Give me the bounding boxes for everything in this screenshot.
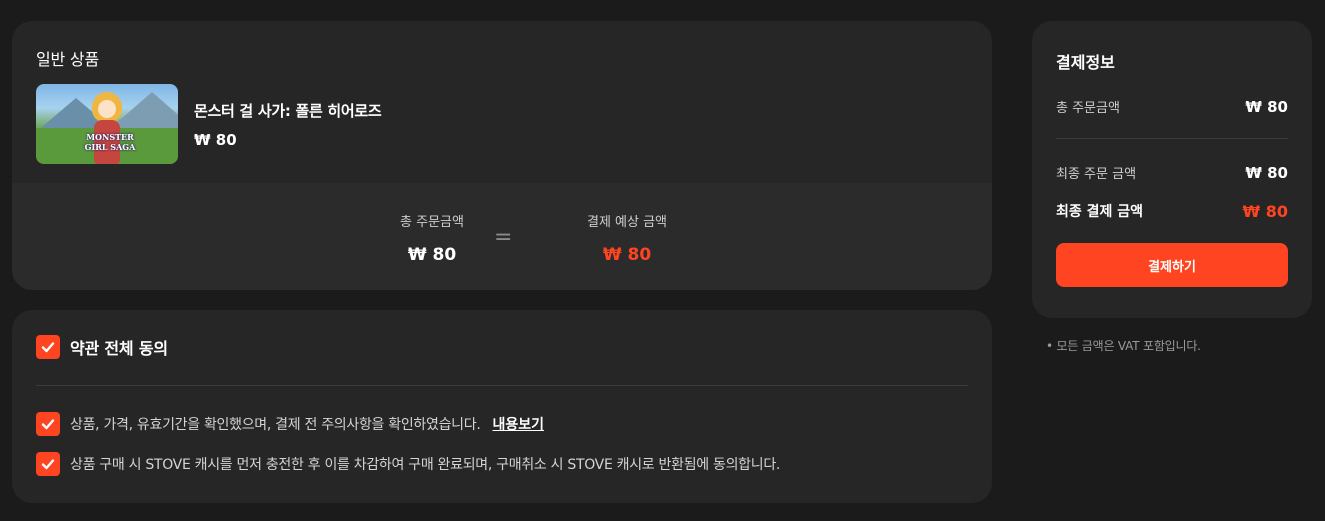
payment-total-value: ₩ 80 [1245, 97, 1288, 116]
terms-all-row[interactable]: 약관 전체 동의 [36, 335, 968, 359]
final-pay-value: ₩ 80 [1242, 201, 1288, 221]
payment-divider [1056, 138, 1288, 139]
terms-item-checkbox[interactable] [36, 412, 60, 436]
check-icon [41, 342, 55, 353]
vat-note: • 모든 금액은 VAT 포함입니다. [1046, 339, 1201, 353]
thumbnail-character-face [98, 100, 116, 118]
payment-total-row: 총 주문금액 ₩ 80 [1056, 97, 1288, 117]
final-pay-row: 최종 결제 금액 ₩ 80 [1056, 201, 1288, 221]
order-summary: 총 주문금액 ₩ 80 = 결제 예상 금액 ₩ 80 [12, 183, 992, 290]
summary-total: 총 주문금액 ₩ 80 [362, 211, 502, 265]
summary-expected-value: ₩ 80 [602, 245, 652, 265]
terms-item-text: 상품, 가격, 유효기간을 확인했으며, 결제 전 주의사항을 확인하였습니다. [70, 417, 481, 433]
payment-info-panel: 결제정보 총 주문금액 ₩ 80 최종 주문 금액 ₩ 80 최종 결제 금액 … [1032, 21, 1312, 318]
terms-item[interactable]: 상품 구매 시 STOVE 캐시를 먼저 충전한 후 이를 차감하여 구매 완료… [36, 452, 968, 476]
final-pay-label: 최종 결제 금액 [1056, 204, 1144, 220]
final-order-label: 최종 주문 금액 [1056, 167, 1137, 182]
summary-expected: 결제 예상 금액 ₩ 80 [552, 211, 702, 265]
summary-total-value: ₩ 80 [407, 245, 457, 265]
summary-expected-label: 결제 예상 금액 [586, 215, 668, 230]
product-panel: 일반 상품 MONSTER GIRL SAGA 몬스터 걸 사가: 폴른 히어로… [12, 21, 992, 290]
terms-panel: 약관 전체 동의 상품, 가격, 유효기간을 확인했으며, 결제 전 주의사항을… [12, 310, 992, 503]
pay-button[interactable]: 결제하기 [1056, 243, 1288, 287]
product-price: ₩ 80 [194, 130, 237, 149]
check-icon [41, 459, 55, 470]
terms-item-checkbox[interactable] [36, 452, 60, 476]
terms-all-label: 약관 전체 동의 [70, 339, 168, 358]
product-name: 몬스터 걸 사가: 폴른 히어로즈 [194, 101, 382, 120]
product-section-title: 일반 상품 [36, 50, 99, 69]
summary-total-label: 총 주문금액 [400, 215, 464, 230]
payment-info-title: 결제정보 [1056, 53, 1115, 72]
product-section: 일반 상품 MONSTER GIRL SAGA 몬스터 걸 사가: 폴른 히어로… [12, 21, 992, 183]
product-info: 몬스터 걸 사가: 폴른 히어로즈 ₩ 80 [194, 100, 382, 149]
terms-item[interactable]: 상품, 가격, 유효기간을 확인했으며, 결제 전 주의사항을 확인하였습니다.… [36, 412, 968, 436]
terms-item-text: 상품 구매 시 STOVE 캐시를 먼저 충전한 후 이를 차감하여 구매 완료… [70, 457, 781, 473]
final-order-row: 최종 주문 금액 ₩ 80 [1056, 163, 1288, 183]
equals-sign: = [494, 225, 513, 250]
view-details-link[interactable]: 내용보기 [492, 414, 544, 434]
payment-total-label: 총 주문금액 [1056, 101, 1120, 116]
terms-all-checkbox[interactable] [36, 335, 60, 359]
terms-divider [36, 385, 968, 386]
product-item: MONSTER GIRL SAGA 몬스터 걸 사가: 폴른 히어로즈 ₩ 80 [36, 84, 968, 164]
check-icon [41, 419, 55, 430]
final-order-value: ₩ 80 [1245, 163, 1288, 182]
product-thumbnail: MONSTER GIRL SAGA [36, 84, 178, 164]
thumbnail-game-logo: MONSTER GIRL SAGA [84, 132, 136, 152]
